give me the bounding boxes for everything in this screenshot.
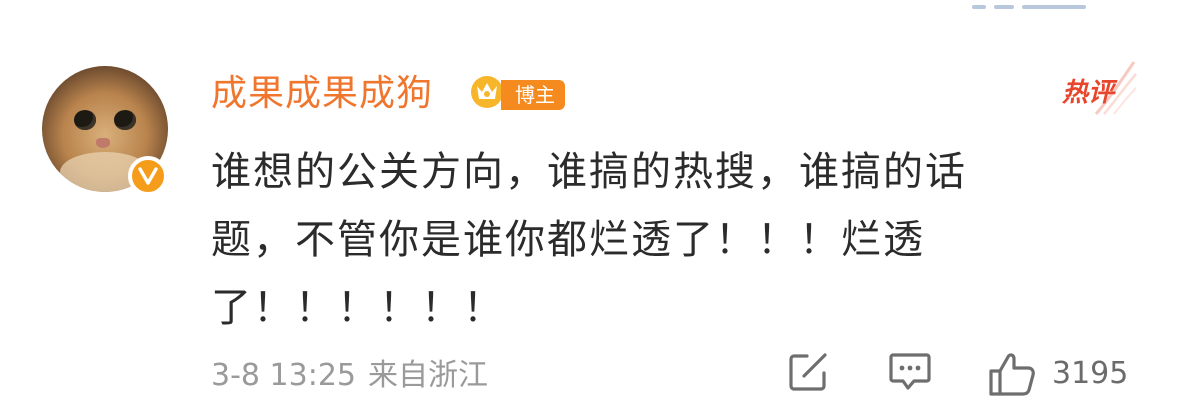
avatar-nose xyxy=(96,138,110,148)
username[interactable]: 成果成果成狗 xyxy=(211,70,433,118)
comment-text: 谁想的公关方向，谁搞的热搜，谁搞的话 题，不管你是谁你都烂透了！！！烂透 了！！… xyxy=(211,138,1091,342)
comment-button[interactable] xyxy=(888,351,932,393)
avatar-eye-right xyxy=(114,110,136,130)
share-icon xyxy=(789,353,827,391)
comment-icon xyxy=(889,353,931,390)
thumbs-up-icon xyxy=(989,353,1035,396)
like-button[interactable]: 3195 xyxy=(988,351,1128,397)
location-source: 来自浙江 xyxy=(368,358,488,393)
verified-icon xyxy=(128,156,168,196)
comment-text-line: 题，不管你是谁你都烂透了！！！烂透 xyxy=(211,217,925,263)
comment-text-line: 了！！！！！！ xyxy=(211,285,505,331)
avatar-eye-left xyxy=(74,110,96,130)
blogger-badge: 博主 xyxy=(501,80,565,110)
share-button[interactable] xyxy=(787,351,829,393)
comment-meta: 3-8 13:25 来自浙江 xyxy=(211,356,488,396)
like-count: 3195 xyxy=(1052,356,1129,391)
comment-text-line: 谁想的公关方向，谁搞的热搜，谁搞的话 xyxy=(211,149,967,195)
hot-comment-tag: 热评 xyxy=(1062,78,1115,108)
timestamp: 3-8 13:25 xyxy=(211,358,356,393)
crown-icon xyxy=(471,76,503,108)
comment-card: 成果成果成狗 博主 热评 谁想的公关方向，谁搞的热搜，谁搞的话 题，不管你是谁你… xyxy=(0,0,1179,418)
